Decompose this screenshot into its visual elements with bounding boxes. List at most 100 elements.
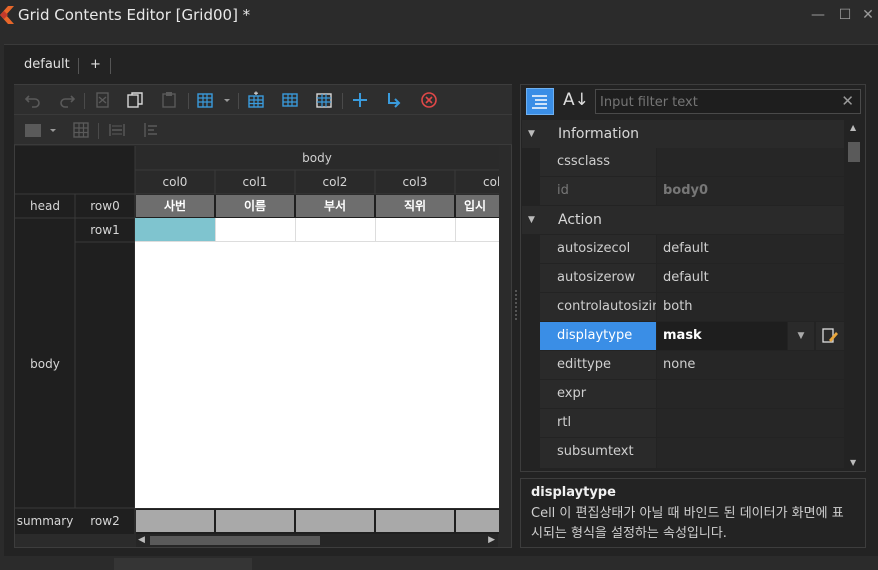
property-row[interactable]: expr (522, 380, 844, 409)
panel-splitter[interactable] (515, 290, 517, 320)
scrollbar-thumb[interactable] (150, 536, 320, 545)
toolbar-divider (342, 93, 343, 109)
collapse-icon[interactable]: ▼ (528, 206, 535, 234)
property-value[interactable] (657, 409, 844, 437)
maximize-button[interactable]: ☐ (835, 5, 855, 25)
status-tab (114, 558, 252, 570)
band-label-body: body (30, 357, 60, 371)
grid-cell[interactable] (295, 218, 375, 242)
property-row[interactable]: rtl (522, 409, 844, 438)
horizontal-scrollbar[interactable]: ◀ ▶ (136, 534, 498, 547)
grid-cell-summary[interactable] (456, 510, 499, 532)
copy-icon[interactable] (126, 91, 144, 109)
redo-icon[interactable] (58, 91, 76, 109)
property-row[interactable]: id body0 (522, 177, 844, 206)
property-row[interactable]: cssclass (522, 148, 844, 177)
property-value[interactable]: default (657, 235, 844, 263)
categorized-icon (532, 95, 547, 109)
property-value[interactable]: none (657, 351, 844, 379)
property-row[interactable]: autosizerow default (522, 264, 844, 293)
grid-cell-head[interactable]: 사번 (136, 195, 214, 217)
grid-cell[interactable] (455, 218, 499, 242)
property-row[interactable]: subsumtext (522, 438, 844, 468)
arrow-down-right-icon[interactable] (385, 91, 403, 109)
grid-icon[interactable] (72, 121, 90, 139)
column-header[interactable]: col (455, 170, 499, 194)
property-name: subsumtext (540, 438, 656, 468)
property-value[interactable] (657, 438, 844, 468)
property-name: autosizecol (540, 235, 656, 263)
grid-cell[interactable] (215, 218, 295, 242)
undo-icon[interactable] (24, 91, 42, 109)
property-name: expr (540, 380, 656, 408)
property-value[interactable]: default (657, 264, 844, 292)
row-label-row2[interactable]: row2 (75, 509, 135, 533)
property-row-selected[interactable]: displaytype mask ▼ (522, 322, 844, 351)
grid-cell-head[interactable]: 입시 (456, 195, 499, 217)
band-label-summary: summary (16, 514, 74, 528)
scroll-up-icon[interactable]: ▲ (850, 123, 856, 132)
toolbar-divider (98, 123, 99, 139)
cell-style-icon[interactable] (24, 121, 42, 139)
column-header[interactable]: col0 (135, 170, 215, 194)
column-header[interactable]: col1 (215, 170, 295, 194)
sort-alpha-button[interactable]: A↓ (558, 88, 589, 115)
add-icon[interactable] (351, 91, 369, 109)
grid-cell-summary[interactable] (136, 510, 214, 532)
column-header[interactable]: col3 (375, 170, 455, 194)
property-value[interactable] (657, 148, 844, 176)
insert-band-icon[interactable] (315, 91, 333, 109)
tab-divider (110, 58, 111, 74)
add-column-icon[interactable] (247, 91, 265, 109)
filter-box[interactable]: ✕ (595, 89, 861, 114)
scroll-left-icon[interactable]: ◀ (138, 535, 145, 545)
tab-add[interactable]: + (90, 54, 101, 76)
grid-cell-summary[interactable] (296, 510, 374, 532)
property-row[interactable]: edittype none (522, 351, 844, 380)
delete-icon[interactable] (420, 91, 438, 109)
grid-cell-head[interactable]: 부서 (296, 195, 374, 217)
scroll-right-icon[interactable]: ▶ (488, 535, 495, 545)
filter-input[interactable] (600, 93, 830, 111)
edit-button[interactable] (816, 322, 844, 350)
scroll-down-icon[interactable]: ▼ (850, 458, 856, 467)
property-row[interactable]: autosizecol default (522, 235, 844, 264)
minimize-button[interactable]: — (808, 5, 828, 25)
property-value[interactable]: both (657, 293, 844, 321)
description-text: Cell 이 편집상태가 아닐 때 바인드 된 데이터가 화면에 표시되는 형식… (531, 506, 844, 541)
dropdown-button[interactable]: ▼ (788, 322, 814, 350)
property-value-input[interactable]: mask (657, 322, 787, 350)
column-header[interactable]: col2 (295, 170, 375, 194)
merge-icon[interactable] (108, 121, 126, 139)
grid-cell-summary[interactable] (376, 510, 454, 532)
row-label-row0[interactable]: row0 (75, 194, 135, 218)
split-icon[interactable] (142, 121, 160, 139)
add-row-icon[interactable] (281, 91, 299, 109)
categorized-view-button[interactable] (526, 88, 554, 115)
category-action[interactable]: ▼ Action (522, 206, 844, 234)
scrollbar-thumb[interactable] (848, 142, 860, 162)
tab-default[interactable]: default (24, 54, 70, 76)
grid-cell-head[interactable]: 이름 (216, 195, 294, 217)
grid-cell-head[interactable]: 직위 (376, 195, 454, 217)
cut-icon[interactable] (94, 91, 112, 109)
property-name: edittype (540, 351, 656, 379)
vertical-scrollbar[interactable]: ▲ ▼ (846, 120, 862, 470)
chevron-down-icon[interactable] (44, 121, 62, 139)
close-button[interactable]: ✕ (858, 5, 878, 25)
property-description-panel: displaytype Cell 이 편집상태가 아닐 때 바인드 된 데이터가… (520, 478, 866, 548)
paste-icon[interactable] (160, 91, 178, 109)
property-row[interactable]: controlautosizing both (522, 293, 844, 322)
property-value[interactable] (657, 380, 844, 408)
clear-filter-icon[interactable]: ✕ (841, 92, 854, 110)
chevron-down-icon[interactable] (218, 91, 236, 109)
grid-cell-summary[interactable] (216, 510, 294, 532)
collapse-icon[interactable]: ▼ (528, 120, 535, 148)
format-icon[interactable] (196, 91, 214, 109)
grid-cell[interactable] (375, 218, 455, 242)
row-label-row1[interactable]: row1 (75, 218, 135, 242)
toolbar-divider (238, 93, 239, 109)
category-information[interactable]: ▼ Information (522, 120, 844, 148)
grid-cell-selected[interactable] (135, 218, 215, 242)
edit-icon (822, 328, 838, 343)
